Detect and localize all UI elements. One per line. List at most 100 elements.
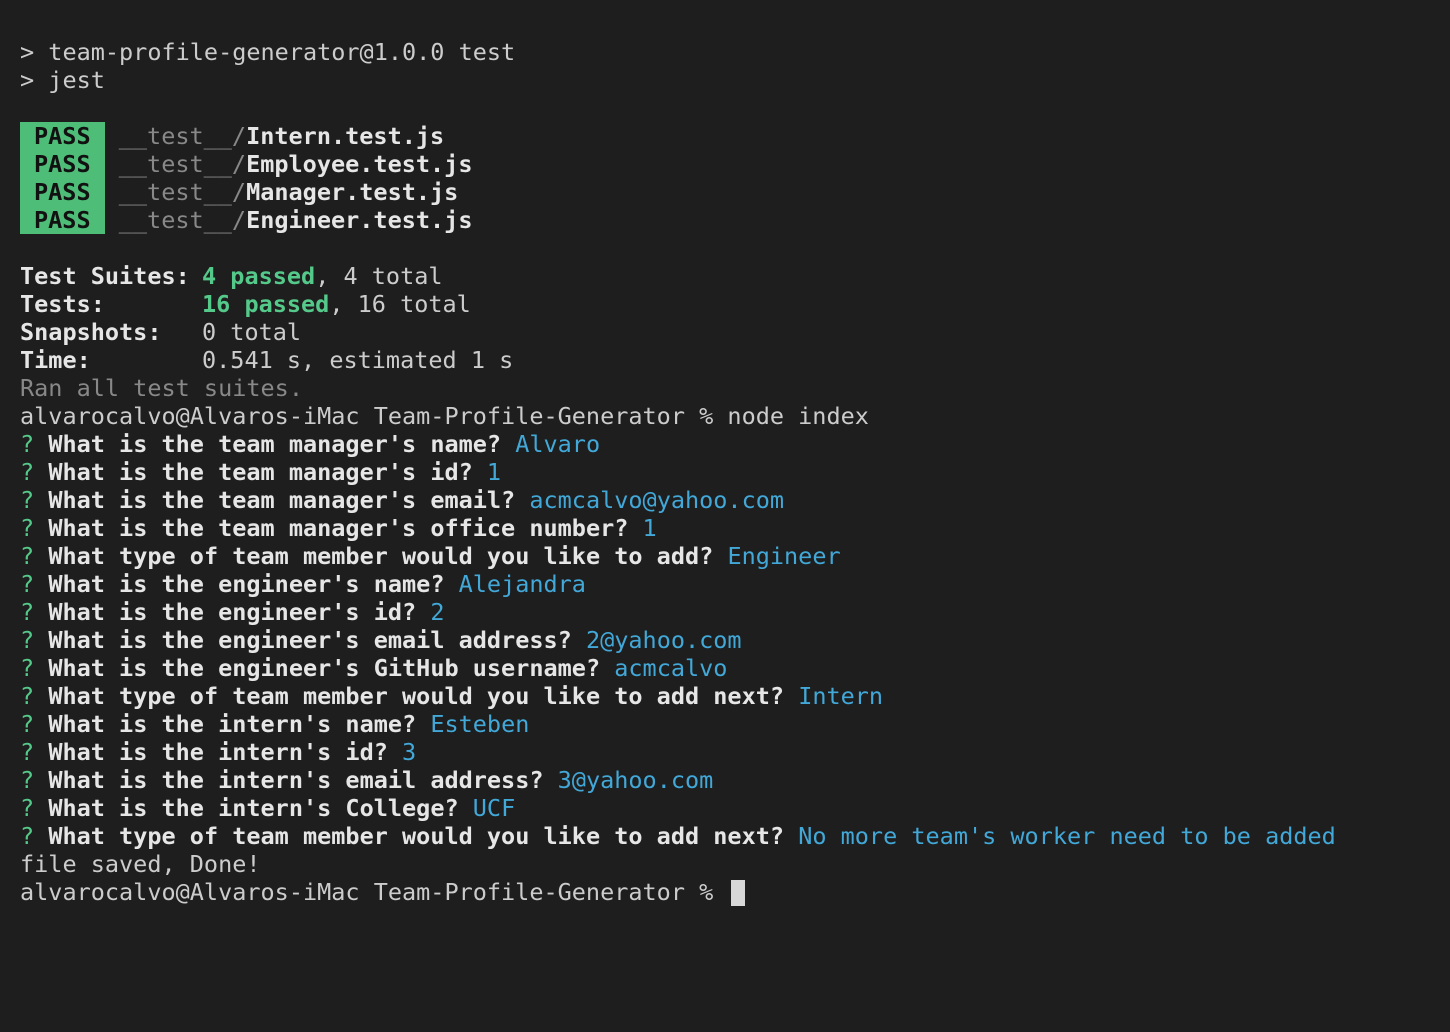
question-text: What is the team manager's office number… bbox=[48, 514, 629, 542]
answer-text: 2 bbox=[430, 598, 445, 626]
qa-row: ? What is the engineer's name? Alejandra bbox=[20, 570, 1430, 598]
qa-row: ? What is the intern's email address? 3@… bbox=[20, 766, 1430, 794]
question-mark-icon: ? bbox=[20, 542, 35, 570]
answer-text: Intern bbox=[798, 682, 884, 710]
pass-badge: PASS bbox=[20, 206, 105, 234]
summary-label: Tests: bbox=[20, 290, 105, 318]
pass-badge: PASS bbox=[20, 150, 105, 178]
question-mark-icon: ? bbox=[20, 682, 35, 710]
question-text: What is the intern's name? bbox=[48, 710, 417, 738]
answer-text: 1 bbox=[486, 458, 502, 486]
shell-prompt: alvarocalvo@Alvaros-iMac Team-Profile-Ge… bbox=[20, 402, 728, 430]
question-text: What is the engineer's GitHub username? bbox=[48, 654, 601, 682]
question-mark-icon: ? bbox=[20, 710, 35, 738]
test-result-row: PASS __test__/Employee.test.js bbox=[20, 150, 1430, 178]
question-mark-icon: ? bbox=[20, 514, 35, 542]
total-count: , 16 total bbox=[329, 290, 471, 318]
question-mark-icon: ? bbox=[20, 822, 35, 850]
qa-row: ? What type of team member would you lik… bbox=[20, 682, 1430, 710]
qa-row: ? What is the engineer's GitHub username… bbox=[20, 654, 1430, 682]
final-prompt-line[interactable]: alvarocalvo@Alvaros-iMac Team-Profile-Ge… bbox=[20, 878, 1430, 906]
qa-row: ? What is the team manager's office numb… bbox=[20, 514, 1430, 542]
question-text: What is the intern's email address? bbox=[48, 766, 544, 794]
snapshots-value: 0 total bbox=[202, 318, 302, 346]
summary-label: Snapshots: bbox=[20, 318, 162, 346]
qa-row: ? What type of team member would you lik… bbox=[20, 542, 1430, 570]
test-file: Intern.test.js bbox=[246, 122, 445, 150]
shell-command: node index bbox=[727, 402, 869, 430]
question-mark-icon: ? bbox=[20, 766, 35, 794]
test-file: Manager.test.js bbox=[246, 178, 459, 206]
time-value: 0.541 s, estimated 1 s bbox=[202, 346, 514, 374]
question-mark-icon: ? bbox=[20, 458, 35, 486]
jest-command-line: > jest bbox=[20, 66, 105, 94]
answer-text: acmcalvo bbox=[614, 654, 728, 682]
test-result-row: PASS __test__/Manager.test.js bbox=[20, 178, 1430, 206]
question-text: What is the intern's College? bbox=[48, 794, 459, 822]
qa-row: ? What is the team manager's name? Alvar… bbox=[20, 430, 1430, 458]
cursor-block bbox=[731, 880, 746, 906]
ran-all-message: Ran all test suites. bbox=[20, 374, 303, 402]
inquirer-qa-list: ? What is the team manager's name? Alvar… bbox=[20, 430, 1430, 850]
question-mark-icon: ? bbox=[20, 654, 35, 682]
pass-badge: PASS bbox=[20, 122, 105, 150]
test-dir: __test__/ bbox=[118, 150, 247, 178]
question-mark-icon: ? bbox=[20, 570, 35, 598]
question-text: What is the team manager's id? bbox=[48, 458, 473, 486]
question-mark-icon: ? bbox=[20, 626, 35, 654]
summary-label: Time: bbox=[20, 346, 91, 374]
question-text: What is the engineer's id? bbox=[48, 598, 417, 626]
pass-badge: PASS bbox=[20, 178, 105, 206]
answer-text: Alejandra bbox=[458, 570, 586, 598]
qa-row: ? What is the intern's College? UCF bbox=[20, 794, 1430, 822]
qa-row: ? What is the intern's id? 3 bbox=[20, 738, 1430, 766]
test-result-row: PASS __test__/Engineer.test.js bbox=[20, 206, 1430, 234]
question-text: What type of team member would you like … bbox=[48, 542, 714, 570]
answer-text: acmcalvo@yahoo.com bbox=[529, 486, 785, 514]
answer-text: Alvaro bbox=[515, 430, 601, 458]
qa-row: ? What is the intern's name? Esteben bbox=[20, 710, 1430, 738]
question-text: What is the intern's id? bbox=[48, 738, 388, 766]
answer-text: 1 bbox=[642, 514, 657, 542]
npm-script-line: > team-profile-generator@1.0.0 test bbox=[20, 38, 516, 66]
total-count: , 4 total bbox=[315, 262, 443, 290]
test-dir: __test__/ bbox=[118, 178, 247, 206]
qa-row: ? What is the team manager's id? 1 bbox=[20, 458, 1430, 486]
answer-text: UCF bbox=[472, 794, 516, 822]
question-mark-icon: ? bbox=[20, 794, 35, 822]
summary-suites: Test Suites: 4 passed, 4 total bbox=[20, 262, 1430, 290]
question-text: What is the team manager's email? bbox=[48, 486, 516, 514]
qa-row: ? What is the engineer's id? 2 bbox=[20, 598, 1430, 626]
qa-row: ? What is the engineer's email address? … bbox=[20, 626, 1430, 654]
test-file: Engineer.test.js bbox=[246, 206, 473, 234]
shell-prompt-line: alvarocalvo@Alvaros-iMac Team-Profile-Ge… bbox=[20, 402, 1430, 430]
question-mark-icon: ? bbox=[20, 486, 35, 514]
summary-label: Test Suites: bbox=[20, 262, 190, 290]
question-mark-icon: ? bbox=[20, 738, 35, 766]
test-dir: __test__/ bbox=[118, 206, 247, 234]
summary-tests: Tests: 16 passed, 16 total bbox=[20, 290, 1430, 318]
summary-time: Time: 0.541 s, estimated 1 s bbox=[20, 346, 1430, 374]
question-text: What type of team member would you like … bbox=[48, 682, 785, 710]
terminal-output[interactable]: > team-profile-generator@1.0.0 test > je… bbox=[20, 38, 1430, 1018]
answer-text: 3@yahoo.com bbox=[557, 766, 714, 794]
question-text: What is the team manager's name? bbox=[48, 430, 502, 458]
test-dir: __test__/ bbox=[118, 122, 247, 150]
question-text: What is the engineer's name? bbox=[48, 570, 445, 598]
shell-prompt: alvarocalvo@Alvaros-iMac Team-Profile-Ge… bbox=[20, 878, 728, 906]
test-result-row: PASS __test__/Intern.test.js bbox=[20, 122, 1430, 150]
question-mark-icon: ? bbox=[20, 430, 35, 458]
answer-text: No more team's worker need to be added bbox=[798, 822, 1336, 850]
passed-count: 4 passed bbox=[202, 262, 316, 290]
done-message: file saved, Done! bbox=[20, 850, 261, 878]
question-text: What type of team member would you like … bbox=[48, 822, 785, 850]
answer-text: 3 bbox=[402, 738, 417, 766]
question-mark-icon: ? bbox=[20, 598, 35, 626]
question-text: What is the engineer's email address? bbox=[48, 626, 572, 654]
passed-count: 16 passed bbox=[202, 290, 330, 318]
qa-row: ? What type of team member would you lik… bbox=[20, 822, 1430, 850]
test-file: Employee.test.js bbox=[246, 150, 473, 178]
answer-text: Engineer bbox=[727, 542, 841, 570]
